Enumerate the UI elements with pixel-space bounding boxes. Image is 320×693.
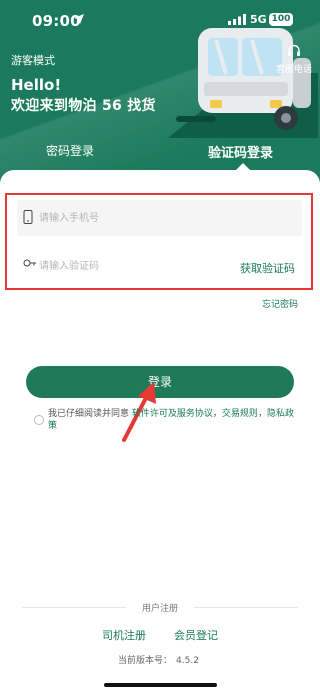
version-number: 4.5.2 (176, 656, 199, 666)
agree-checkbox[interactable] (34, 415, 44, 425)
member-register-link[interactable]: 会员登记 (174, 627, 218, 643)
register-divider-right (194, 607, 298, 608)
home-indicator[interactable] (104, 683, 217, 687)
guest-mode-button[interactable]: 游客模式 (11, 52, 55, 68)
signal-icon (228, 14, 246, 25)
status-bar: 09:00 5G 100 (0, 0, 320, 42)
tab-code-login[interactable]: 验证码登录 (208, 142, 273, 161)
tab-password-login[interactable]: 密码登录 (46, 142, 94, 159)
location-arrow-icon (74, 14, 84, 24)
hello-heading: Hello! (11, 76, 62, 94)
version-info: 当前版本号： 4.5.2 (114, 653, 199, 666)
login-button[interactable]: 登录 (26, 366, 294, 398)
agreement-sep-2: ， (257, 409, 267, 419)
customer-service-label: 客服电话 (275, 65, 312, 75)
customer-service-button[interactable]: 客服电话 (270, 44, 318, 75)
agreement-prefix: 我已仔细阅读并同意 (48, 409, 130, 419)
headset-icon (288, 44, 300, 56)
forgot-password-link[interactable]: 忘记密码 (262, 297, 298, 310)
register-divider-left (22, 607, 126, 608)
network-type: 5G (250, 13, 267, 26)
form-highlight-box (5, 193, 313, 290)
version-label: 当前版本号： (118, 656, 173, 666)
battery-indicator: 100 (269, 13, 293, 26)
driver-register-link[interactable]: 司机注册 (102, 627, 146, 643)
license-agreement-link[interactable]: 软件许可及服务协议 (132, 409, 213, 419)
agreement-text: 我已仔细阅读并同意 软件许可及服务协议，交易规则，隐私政策 (48, 408, 296, 432)
register-title: 用户注册 (141, 604, 178, 614)
trade-rules-link[interactable]: 交易规则 (222, 409, 258, 419)
welcome-heading: 欢迎来到物泊 56 找货 (11, 98, 156, 114)
agreement-sep-1: ， (212, 409, 222, 419)
active-tab-indicator (236, 163, 250, 170)
